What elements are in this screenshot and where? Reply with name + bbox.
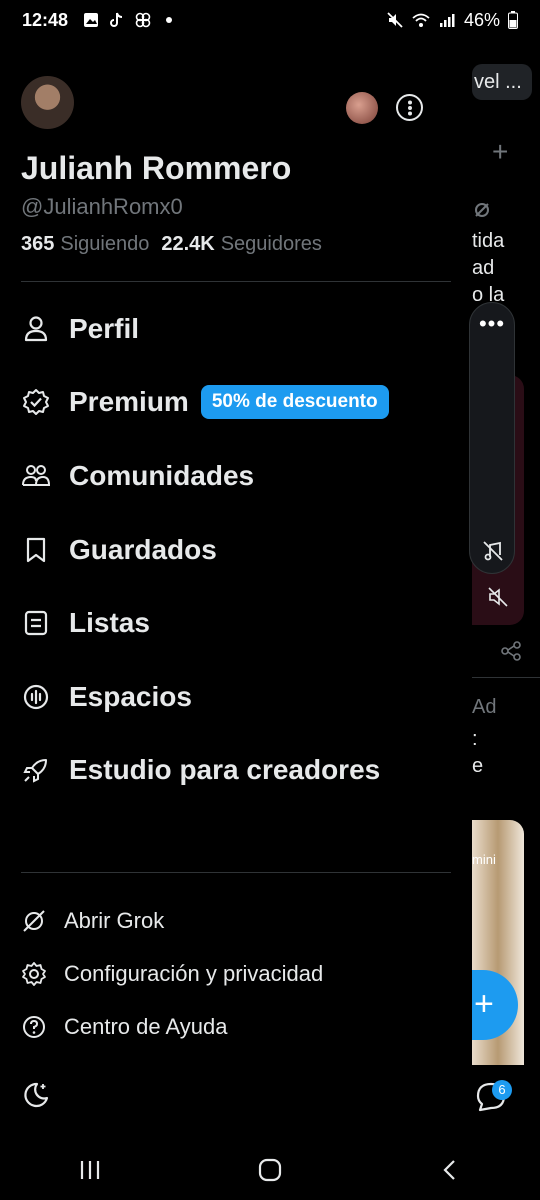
profile-name[interactable]: Julianh Rommero — [21, 150, 291, 187]
menu-item-listas[interactable]: Listas — [21, 586, 451, 660]
battery-percent: 46% — [463, 9, 500, 30]
feed-snippet: : — [472, 728, 478, 750]
gallery-icon — [84, 13, 99, 27]
messages-badge: 6 — [492, 1080, 512, 1100]
share-icon[interactable] — [500, 640, 522, 662]
rocket-icon — [23, 759, 47, 783]
recents-button[interactable] — [60, 1140, 120, 1200]
more-vertical-icon — [407, 100, 412, 115]
floating-media-controls[interactable]: ••• — [469, 302, 515, 574]
followers-count[interactable]: 22.4K — [161, 233, 214, 256]
ad-label: Ad — [472, 696, 497, 718]
bookmark-icon — [26, 537, 46, 562]
person-icon — [24, 316, 48, 341]
feed-snippet: e — [472, 755, 484, 777]
dot-icon — [166, 17, 173, 23]
feed-pill[interactable]: vel ... — [472, 64, 532, 100]
divider — [21, 281, 451, 282]
more-dots-icon[interactable]: ••• — [470, 311, 514, 337]
menu-item-label: Configuración y privacidad — [64, 960, 324, 986]
card-text: mini — [472, 852, 496, 867]
menu-item-label: Perfil — [69, 312, 140, 344]
followers-label[interactable]: Seguidores — [221, 233, 322, 256]
menu-item-perfil[interactable]: Perfil — [21, 292, 451, 366]
menu-item-label: Espacios — [69, 680, 192, 712]
menu-item-label: Centro de Ayuda — [64, 1013, 228, 1039]
menu-item-configuracion[interactable]: Configuración y privacidad — [21, 947, 451, 1000]
pinwheel-icon — [135, 12, 151, 28]
menu-item-abrir-grok[interactable]: Abrir Grok — [21, 894, 451, 947]
more-options-button[interactable] — [396, 94, 423, 121]
communities-icon — [22, 464, 51, 486]
menu-item-guardados[interactable]: Guardados — [21, 513, 451, 587]
menu-item-label: Guardados — [69, 533, 217, 565]
profile-handle: @JulianhRomx0 — [21, 194, 183, 219]
back-icon — [443, 1160, 455, 1180]
menu-item-label: Premium — [69, 386, 189, 418]
feed-snippet: ad — [472, 257, 495, 279]
secondary-menu: Abrir Grok Configuración y privacidad Ce… — [21, 894, 451, 1053]
grok-icon — [475, 203, 489, 217]
verified-badge-icon — [23, 389, 49, 416]
follow-stats: 365 Siguiendo 22.4K Seguidores — [21, 233, 328, 256]
wifi-icon — [412, 13, 430, 27]
status-time: 12:48 — [22, 9, 69, 30]
following-label[interactable]: Siguiendo — [60, 233, 149, 256]
home-icon — [258, 1158, 282, 1182]
signal-icon — [439, 14, 455, 27]
add-tab-icon[interactable]: + — [492, 136, 508, 168]
following-count[interactable]: 365 — [21, 233, 54, 256]
navigation-drawer: Julianh Rommero @JulianhRomx0 365 Siguie… — [0, 40, 472, 1140]
discount-badge[interactable]: 50% de descuento — [200, 385, 389, 420]
menu-item-comunidades[interactable]: Comunidades — [21, 439, 451, 513]
help-icon — [23, 1015, 45, 1038]
menu-item-label: Abrir Grok — [64, 907, 165, 933]
recents-icon — [80, 1161, 100, 1179]
dark-mode-icon[interactable] — [21, 1080, 51, 1110]
battery-icon — [508, 11, 518, 29]
audio-off-icon[interactable] — [481, 539, 505, 563]
spaces-icon — [23, 684, 49, 709]
back-button[interactable] — [420, 1140, 480, 1200]
avatar[interactable] — [21, 76, 74, 129]
divider — [21, 872, 451, 873]
gear-icon — [22, 961, 46, 986]
feed-snippet: tida — [472, 230, 505, 252]
tiktok-icon — [110, 12, 123, 27]
menu-item-centro-ayuda[interactable]: Centro de Ayuda — [21, 1000, 451, 1053]
home-button[interactable] — [240, 1140, 300, 1200]
list-icon — [24, 611, 48, 636]
system-navbar — [0, 1140, 540, 1200]
grok-icon — [23, 909, 45, 932]
mute-icon — [387, 12, 403, 28]
mute-video-icon[interactable] — [486, 585, 510, 609]
background-feed: vel ... + tida ad o la Ad : e mini + — [472, 40, 540, 1140]
status-bar: 12:48 46% — [0, 0, 540, 40]
switch-account-avatar[interactable] — [346, 92, 378, 124]
menu-item-label: Comunidades — [69, 459, 255, 491]
menu-item-espacios[interactable]: Espacios — [21, 660, 451, 734]
menu-item-estudio[interactable]: Estudio para creadores — [21, 734, 451, 808]
menu-item-label: Estudio para creadores — [69, 754, 381, 786]
menu-item-label: Listas — [69, 607, 150, 639]
main-menu: Perfil Premium 50% de descuento Comunida… — [21, 292, 451, 807]
menu-item-premium[interactable]: Premium 50% de descuento — [21, 366, 451, 440]
